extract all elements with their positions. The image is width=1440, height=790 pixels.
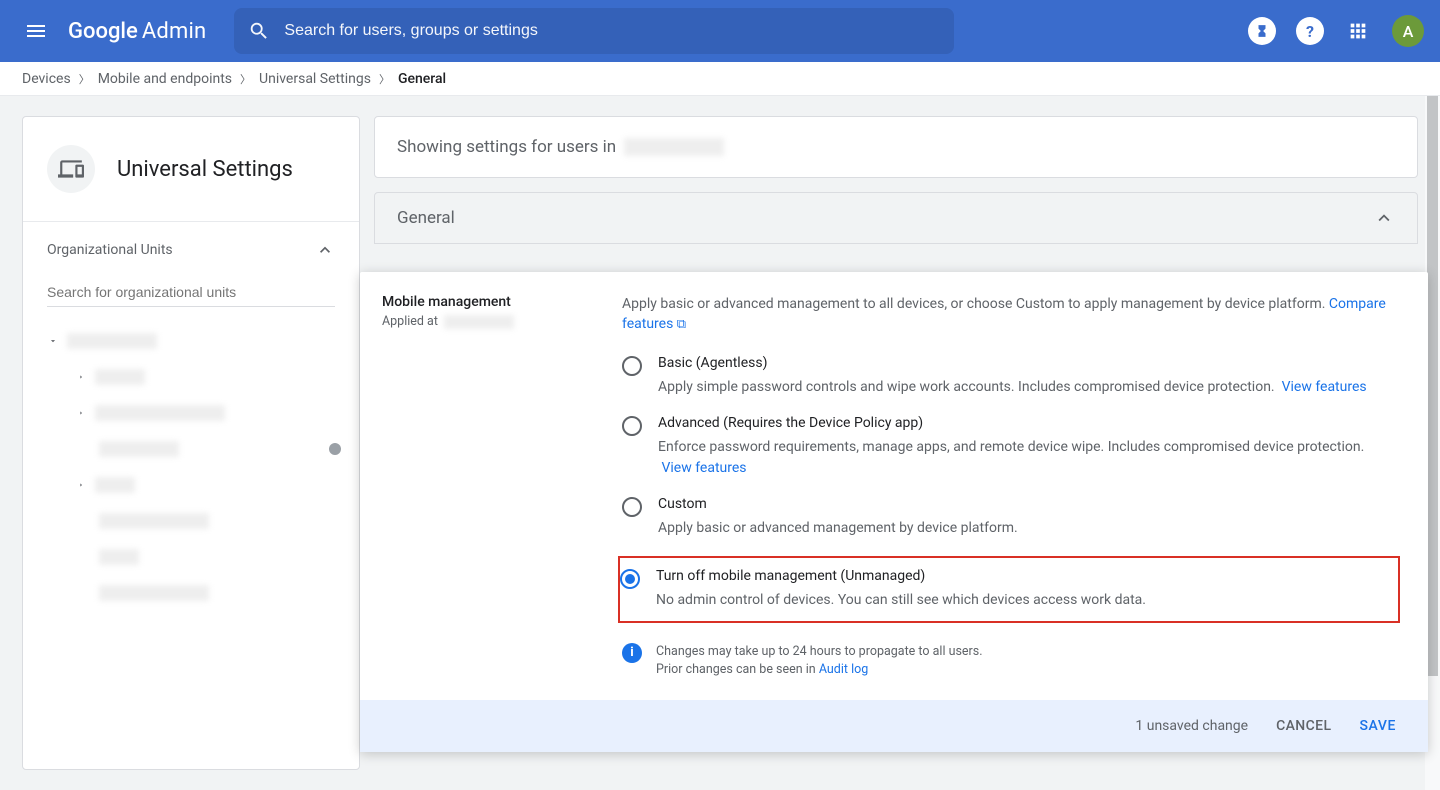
account-avatar[interactable]: A [1392,15,1424,47]
search-icon [248,20,270,42]
triangle-right-icon [77,481,85,489]
note-line: Changes may take up to 24 hours to propa… [656,643,983,662]
breadcrumb-item[interactable]: Universal Settings [259,71,371,87]
radio-option-custom[interactable]: Custom Apply basic or advanced managemen… [622,496,1400,538]
triangle-down-icon [48,336,58,346]
hourglass-icon [1248,17,1276,45]
breadcrumb-item-current: General [398,71,446,87]
scope-prefix: Showing settings for users in [397,137,616,157]
applied-org-redacted [444,315,514,329]
triangle-right-icon [77,409,85,417]
applied-at: Applied at [382,314,622,329]
chevron-up-icon [1373,207,1395,229]
radio-sublabel: No admin control of devices. You can sti… [656,590,1146,610]
search-input[interactable] [284,22,940,40]
radio-sublabel: Enforce password requirements, manage ap… [658,437,1400,478]
breadcrumb-item[interactable]: Devices [22,71,71,87]
search-box[interactable] [234,8,954,54]
radio-label: Custom [658,496,1018,512]
view-features-link[interactable]: View features [1282,379,1367,395]
action-bar: 1 unsaved change CANCEL SAVE [360,700,1428,752]
audit-log-link[interactable]: Audit log [819,662,868,677]
cancel-button[interactable]: CANCEL [1276,718,1331,734]
ou-tree-item[interactable] [47,431,347,467]
radio-label: Turn off mobile management (Unmanaged) [656,568,1146,584]
ou-label: Organizational Units [47,242,173,258]
ou-tree-item[interactable] [47,323,347,359]
main-content: Universal Settings Organizational Units [0,96,1440,790]
info-icon: i [622,643,642,663]
radio-option-basic[interactable]: Basic (Agentless) Apply simple password … [622,355,1400,397]
radio-sublabel: Apply basic or advanced management by de… [658,518,1018,538]
ou-section-header[interactable]: Organizational Units [23,222,359,260]
propagation-note: i Changes may take up to 24 hours to pro… [622,643,1400,681]
mobile-management-panel: Mobile management Applied at Apply basic… [360,272,1428,752]
logo-text-admin: Admin [142,19,207,44]
scope-org-redacted [624,138,724,156]
help-button[interactable]: ? [1290,11,1330,51]
help-icon: ? [1296,17,1324,45]
hamburger-icon [24,19,48,43]
chevron-right-icon: 〉 [379,71,390,87]
ou-tree [23,317,359,631]
chevron-right-icon: 〉 [79,71,90,87]
setting-title: Mobile management [382,294,622,310]
app-header: Google Admin ? A [0,0,1440,62]
right-column: Showing settings for users in General Mo… [374,116,1418,770]
radio-option-advanced[interactable]: Advanced (Requires the Device Policy app… [622,415,1400,478]
sidebar-card: Universal Settings Organizational Units [22,116,360,770]
scope-info-bar: Showing settings for users in [374,116,1418,178]
ou-tree-item[interactable] [47,539,347,575]
scrollbar-thumb[interactable] [1427,96,1438,676]
radio-option-unmanaged[interactable]: Turn off mobile management (Unmanaged) N… [618,556,1400,622]
radio-icon [622,497,642,517]
ou-tree-item[interactable] [47,503,347,539]
status-icon-button[interactable] [1242,11,1282,51]
apps-launcher-button[interactable] [1338,11,1378,51]
save-button[interactable]: SAVE [1359,718,1396,734]
general-label: General [397,208,455,228]
logo-text-google: Google [68,19,138,44]
general-section-header[interactable]: General [374,192,1418,244]
sidebar-title: Universal Settings [117,157,293,182]
setting-description: Apply basic or advanced management to al… [622,294,1400,335]
radio-label: Basic (Agentless) [658,355,1367,371]
ou-tree-item[interactable] [47,359,347,395]
main-menu-button[interactable] [16,11,56,51]
ou-indicator-dot [329,443,341,455]
ou-tree-item[interactable] [47,395,347,431]
apps-grid-icon [1347,20,1369,42]
chevron-up-icon [315,240,335,260]
chevron-right-icon: 〉 [240,71,251,87]
breadcrumb: Devices 〉 Mobile and endpoints 〉 Univers… [0,62,1440,96]
radio-icon-checked [620,569,640,589]
unsaved-changes-label: 1 unsaved change [1135,718,1248,734]
triangle-right-icon [77,373,85,381]
sidebar-header: Universal Settings [23,117,359,222]
radio-icon [622,416,642,436]
ou-tree-item[interactable] [47,575,347,611]
note-line: Prior changes can be seen in Audit log [656,661,983,680]
google-admin-logo[interactable]: Google Admin [68,19,206,44]
open-in-new-icon: ⧉ [677,317,686,332]
ou-tree-item[interactable] [47,467,347,503]
management-radio-group: Basic (Agentless) Apply simple password … [622,355,1400,622]
ou-search-input[interactable] [47,278,335,307]
view-features-link[interactable]: View features [661,460,746,476]
devices-icon [47,145,95,193]
breadcrumb-item[interactable]: Mobile and endpoints [98,71,232,87]
radio-label: Advanced (Requires the Device Policy app… [658,415,1400,431]
radio-icon [622,356,642,376]
radio-sublabel: Apply simple password controls and wipe … [658,377,1367,397]
